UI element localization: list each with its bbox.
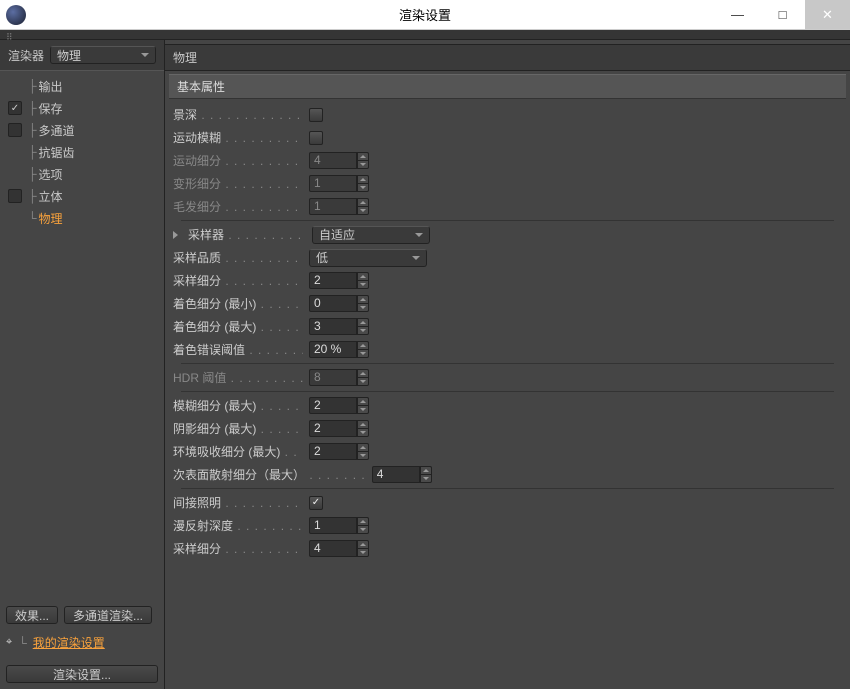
prop-motion-blur: 运动模糊 . . . . . . . . . . . . . . bbox=[173, 126, 842, 149]
titlebar: 渲染设置 — □ ✕ bbox=[0, 0, 850, 30]
motion-sub-spinner[interactable]: 4 bbox=[309, 152, 371, 169]
prop-sampler: 采样器 . . . . . . . . . . . . . . . 自适应 bbox=[173, 223, 842, 246]
render-settings-button[interactable]: 渲染设置... bbox=[6, 665, 158, 683]
tree-item-physical[interactable]: └物理 bbox=[0, 207, 164, 229]
tree-item-save[interactable]: ✓├保存 bbox=[0, 97, 164, 119]
renderer-value: 物理 bbox=[57, 47, 81, 64]
prop-ao-max: 环境吸收细分 (最大) . . . . . . . 2 bbox=[173, 440, 842, 463]
renderer-row: 渲染器 物理 bbox=[0, 40, 164, 71]
prop-deform-sub: 变形细分 . . . . . . . . . . . . . . 1 bbox=[173, 172, 842, 195]
chevron-down-icon bbox=[415, 233, 423, 237]
window-controls: — □ ✕ bbox=[715, 0, 850, 29]
prop-shading-min: 着色细分 (最小) . . . . . . . . . 0 bbox=[173, 292, 842, 315]
tree-item-stereo[interactable]: ├立体 bbox=[0, 185, 164, 207]
prop-sample-quality: 采样品质 . . . . . . . . . . . . . . 低 bbox=[173, 246, 842, 269]
prop-motion-sub: 运动细分 . . . . . . . . . . . . . . 4 bbox=[173, 149, 842, 172]
panel-title: 物理 bbox=[165, 44, 850, 71]
prop-blur-max: 模糊细分 (最大) . . . . . . . . . 2 bbox=[173, 394, 842, 417]
effects-button[interactable]: 效果... bbox=[6, 606, 58, 624]
tree: ├输出 ✓├保存 ├多通道 ├抗锯齿 ├选项 ├立体 └物理 bbox=[0, 71, 164, 233]
checkbox-icon: ✓ bbox=[8, 101, 22, 115]
ao-max-spinner[interactable]: 2 bbox=[309, 443, 371, 460]
prop-sample-sub2: 采样细分 . . . . . . . . . . . . . . 4 bbox=[173, 537, 842, 560]
my-settings-row: ⌖ └ 我的渲染设置 bbox=[6, 630, 158, 665]
tree-item-multipass[interactable]: ├多通道 bbox=[0, 119, 164, 141]
tree-item-options[interactable]: ├选项 bbox=[0, 163, 164, 185]
sampler-dropdown[interactable]: 自适应 bbox=[312, 226, 430, 244]
left-bottom: 效果... 多通道渲染... ⌖ └ 我的渲染设置 渲染设置... bbox=[0, 600, 164, 689]
content-area: 渲染器 物理 ├输出 ✓├保存 ├多通道 ├抗锯齿 ├选项 ├立体 └物理 效果… bbox=[0, 40, 850, 689]
maximize-button[interactable]: □ bbox=[760, 0, 805, 29]
diffuse-depth-spinner[interactable]: 1 bbox=[309, 517, 371, 534]
prop-sss-max: 次表面散射细分（最大） . . . . . . . 4 bbox=[173, 463, 842, 486]
prop-diffuse-depth: 漫反射深度 . . . . . . . . . . . . . 1 bbox=[173, 514, 842, 537]
sss-max-spinner[interactable]: 4 bbox=[372, 466, 434, 483]
left-panel: 渲染器 物理 ├输出 ✓├保存 ├多通道 ├抗锯齿 ├选项 ├立体 └物理 效果… bbox=[0, 40, 165, 689]
group-basic-header: 基本属性 bbox=[169, 74, 846, 99]
drag-handle[interactable]: ⠿ bbox=[0, 30, 850, 40]
shading-max-spinner[interactable]: 3 bbox=[309, 318, 371, 335]
sample-quality-dropdown[interactable]: 低 bbox=[309, 249, 427, 267]
motion-blur-checkbox[interactable] bbox=[309, 131, 323, 145]
shadow-max-spinner[interactable]: 2 bbox=[309, 420, 371, 437]
prop-hdr-thresh: HDR 阈值 . . . . . . . . . . . . 8 bbox=[173, 366, 842, 389]
dof-checkbox[interactable] bbox=[309, 108, 323, 122]
my-render-settings-link[interactable]: 我的渲染设置 bbox=[33, 634, 105, 651]
window-title: 渲染设置 bbox=[399, 5, 451, 24]
prop-shadow-max: 阴影细分 (最大) . . . . . . . . . 2 bbox=[173, 417, 842, 440]
expand-icon[interactable] bbox=[173, 231, 178, 239]
blur-max-spinner[interactable]: 2 bbox=[309, 397, 371, 414]
prop-shading-max: 着色细分 (最大) . . . . . . . . . 3 bbox=[173, 315, 842, 338]
checkbox-icon bbox=[8, 189, 22, 203]
shading-min-spinner[interactable]: 0 bbox=[309, 295, 371, 312]
renderer-dropdown[interactable]: 物理 bbox=[50, 46, 156, 64]
indirect-checkbox[interactable]: ✓ bbox=[309, 496, 323, 510]
hair-sub-spinner[interactable]: 1 bbox=[309, 198, 371, 215]
app-icon bbox=[6, 5, 26, 25]
hdr-thresh-spinner[interactable]: 8 bbox=[309, 369, 371, 386]
prop-hair-sub: 毛发细分 . . . . . . . . . . . . . . 1 bbox=[173, 195, 842, 218]
close-button[interactable]: ✕ bbox=[805, 0, 850, 29]
right-panel: 物理 基本属性 景深 . . . . . . . . . . . . . . .… bbox=[165, 40, 850, 689]
minimize-button[interactable]: — bbox=[715, 0, 760, 29]
sample-sub2-spinner[interactable]: 4 bbox=[309, 540, 371, 557]
window: 渲染设置 — □ ✕ ⠿ 渲染器 物理 ├输出 ✓├保存 ├多通道 ├抗锯齿 ├… bbox=[0, 0, 850, 689]
prop-indirect: 间接照明 . . . . . . . . . . . . . . ✓ bbox=[173, 491, 842, 514]
shading-err-spinner[interactable]: 20 % bbox=[309, 341, 371, 358]
deform-sub-spinner[interactable]: 1 bbox=[309, 175, 371, 192]
sample-sub-spinner[interactable]: 2 bbox=[309, 272, 371, 289]
renderer-label: 渲染器 bbox=[8, 47, 44, 64]
chevron-down-icon bbox=[412, 256, 420, 260]
props-area: 景深 . . . . . . . . . . . . . . . . 运动模糊 … bbox=[165, 99, 850, 564]
prop-sample-sub: 采样细分 . . . . . . . . . . . . . . 2 bbox=[173, 269, 842, 292]
prop-dof: 景深 . . . . . . . . . . . . . . . . bbox=[173, 103, 842, 126]
target-icon: ⌖ bbox=[6, 636, 12, 649]
multipass-render-button[interactable]: 多通道渲染... bbox=[64, 606, 152, 624]
tree-item-antialias[interactable]: ├抗锯齿 bbox=[0, 141, 164, 163]
prop-shading-err: 着色错误阈值 . . . . . . . . . . . . 20 % bbox=[173, 338, 842, 361]
tree-item-output[interactable]: ├输出 bbox=[0, 75, 164, 97]
checkbox-icon bbox=[8, 123, 22, 137]
chevron-down-icon bbox=[141, 53, 149, 57]
